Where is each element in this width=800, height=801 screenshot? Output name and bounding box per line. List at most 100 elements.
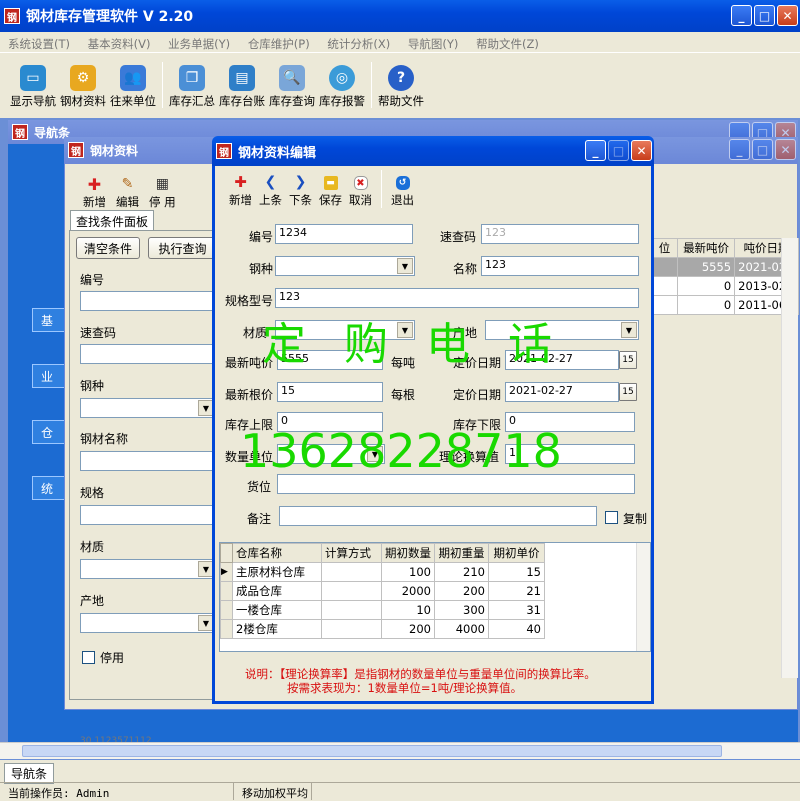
edit-spec-input[interactable]: 123 [275, 288, 639, 308]
steel-edit-button[interactable]: ✎ 编辑 [114, 170, 141, 210]
edit-new-button[interactable]: ✚ 新增 [227, 170, 254, 208]
table-row[interactable]: 2楼仓库 200 4000 40 [220, 619, 545, 639]
chevron-down-icon[interactable]: ▼ [397, 258, 413, 274]
row-pointer-icon: ▶ [220, 562, 233, 582]
steel-max-button[interactable]: □ [752, 139, 773, 160]
edit-close-button[interactable]: ✕ [631, 140, 652, 161]
steel-list-grid[interactable]: 位最新吨价 吨价日期 5555 2021-02- 0 2013-02- 0 2011-0… [651, 238, 799, 315]
search-origin-select[interactable]: ▼ [80, 613, 216, 633]
close-button[interactable]: ✕ [777, 5, 798, 26]
edit-dialog-icon: 钢 [216, 143, 232, 159]
edit-name-label: 名称 [453, 262, 478, 276]
table-row[interactable]: 0 2011-06- [651, 295, 799, 315]
edit-name-input[interactable]: 123 [481, 256, 639, 276]
edit-location-input[interactable] [277, 474, 635, 494]
edit-cancel-button[interactable]: ✖ 取消 [347, 170, 374, 208]
arrow-right-icon: ❯ [294, 174, 307, 190]
search-panel: 清空条件 执行查询 编号 速查码 钢种 ▼ 钢材名称 规格 材质 ▼ 产地 ▼ … [69, 230, 216, 700]
col-calc-method[interactable]: 计算方式 [321, 543, 382, 563]
edit-quick-input[interactable]: 123 [481, 224, 639, 244]
edit-code-input[interactable]: 1234 [275, 224, 413, 244]
clear-conditions-button[interactable]: 清空条件 [76, 237, 140, 259]
menu-help[interactable]: 帮助文件(Z) [476, 37, 539, 51]
search-disable-checkbox[interactable] [82, 651, 95, 664]
minimize-button[interactable]: _ [731, 5, 752, 26]
table-row[interactable]: 5555 2021-02- [651, 257, 799, 277]
edit-qty-unit-select[interactable]: ▼ [277, 444, 385, 464]
edit-save-button[interactable]: ▬ 保存 [317, 170, 344, 208]
calendar-icon[interactable]: 15 [619, 383, 637, 401]
table-row[interactable]: 成品仓库 2000 200 21 [220, 581, 545, 601]
search-code-input[interactable] [80, 291, 216, 311]
edit-root-price-input[interactable]: 15 [277, 382, 383, 402]
menu-system[interactable]: 系统设置(T) [8, 37, 70, 51]
steel-new-button[interactable]: ✚ 新增 [81, 170, 108, 210]
col-init-price[interactable]: 期初单价 [488, 543, 545, 563]
search-material-select[interactable]: ▼ [80, 559, 216, 579]
edit-per-ton-label: 每吨 [391, 356, 416, 370]
table-row[interactable]: ▶ 主原材料仓库 100 210 15 [220, 562, 545, 582]
edit-min-button[interactable]: _ [585, 140, 606, 161]
chevron-down-icon[interactable]: ▼ [621, 322, 637, 338]
search-name-input[interactable] [80, 451, 216, 471]
edit-conv-input[interactable]: 1 [505, 444, 635, 464]
menu-navmap[interactable]: 导航图(Y) [408, 37, 459, 51]
warehouse-grid-scrollbar[interactable] [636, 543, 650, 651]
col-init-weight[interactable]: 期初重量 [434, 543, 489, 563]
tool-steel-info[interactable]: ⚙ 钢材资料 [58, 61, 108, 109]
menu-stats[interactable]: 统计分析(X) [327, 37, 390, 51]
h-scrollbar[interactable] [0, 742, 800, 759]
search-panel-tab[interactable]: 查找条件面板 [70, 210, 155, 232]
steel-list-scrollbar[interactable] [781, 238, 798, 678]
tool-stock-ledger[interactable]: ▤ 库存台账 [217, 61, 267, 109]
menu-business[interactable]: 业务单据(Y) [168, 37, 230, 51]
steel-min-button[interactable]: _ [729, 139, 750, 160]
edit-next-button[interactable]: ❯ 下条 [287, 170, 314, 208]
navbar-tab[interactable]: 导航条 [4, 763, 55, 784]
edit-price-date1-input[interactable]: 2021-02-27 [505, 350, 619, 370]
steel-disable-button[interactable]: ▦ 停 用 [147, 170, 178, 210]
menu-basic[interactable]: 基本资料(V) [88, 37, 151, 51]
edit-ton-price-label: 最新吨价 [225, 356, 274, 370]
calendar-icon[interactable]: 15 [619, 351, 637, 369]
edit-location-label: 货位 [247, 480, 272, 494]
chevron-down-icon[interactable]: ▼ [367, 446, 383, 462]
edit-origin-select[interactable]: ▼ [485, 320, 639, 340]
edit-stock-upper-label: 库存上限 [225, 418, 274, 432]
tool-show-nav[interactable]: ▭ 显示导航 [8, 61, 58, 109]
run-query-button[interactable]: 执行查询 [148, 237, 216, 259]
table-row[interactable]: 0 2013-02- [651, 276, 799, 296]
maximize-button[interactable]: □ [754, 5, 775, 26]
search-quick-input[interactable] [80, 344, 216, 364]
search-kind-label: 钢种 [80, 379, 105, 393]
edit-material-select[interactable]: ▼ [275, 320, 415, 340]
steel-close-button[interactable]: ✕ [775, 139, 796, 160]
col-init-qty[interactable]: 期初数量 [381, 543, 435, 563]
edit-stock-upper-input[interactable]: 0 [277, 412, 383, 432]
edit-copy-checkbox[interactable] [605, 511, 618, 524]
table-row[interactable]: 一楼仓库 10 300 31 [220, 600, 545, 620]
app-title: 钢材库存管理软件 V 2.20 [26, 9, 194, 25]
edit-kind-select[interactable]: ▼ [275, 256, 415, 276]
chevron-down-icon[interactable]: ▼ [397, 322, 413, 338]
tool-stock-query[interactable]: 🔍 库存查询 [267, 61, 317, 109]
tool-partners[interactable]: 👥 往来单位 [108, 61, 158, 109]
search-spec-input[interactable] [80, 505, 216, 525]
tool-stock-alarm[interactable]: ◎ 库存报警 [317, 61, 367, 109]
edit-max-button[interactable]: □ [608, 140, 629, 161]
tool-help[interactable]: ? 帮助文件 [376, 61, 426, 109]
edit-qty-unit-label: 数量单位 [225, 450, 274, 464]
warehouse-grid[interactable]: 仓库名称 计算方式 期初数量 期初重量 期初单价 ▶ 主原材料仓库 100 210 15… [219, 542, 651, 652]
edit-ton-price-input[interactable]: 5555 [277, 350, 383, 370]
edit-remark-input[interactable] [279, 506, 597, 526]
edit-stock-lower-input[interactable]: 0 [505, 412, 635, 432]
col-warehouse-name[interactable]: 仓库名称 [232, 543, 322, 563]
menu-warehouse[interactable]: 仓库维护(P) [248, 37, 310, 51]
search-kind-select[interactable]: ▼ [80, 398, 216, 418]
edit-remark-label: 备注 [247, 512, 272, 526]
tool-stock-summary[interactable]: ❐ 库存汇总 [167, 61, 217, 109]
edit-price-date2-input[interactable]: 2021-02-27 [505, 382, 619, 402]
edit-per-root-label: 每根 [391, 388, 416, 402]
edit-exit-button[interactable]: ↺ 退出 [389, 170, 416, 208]
edit-prev-button[interactable]: ❮ 上条 [257, 170, 284, 208]
